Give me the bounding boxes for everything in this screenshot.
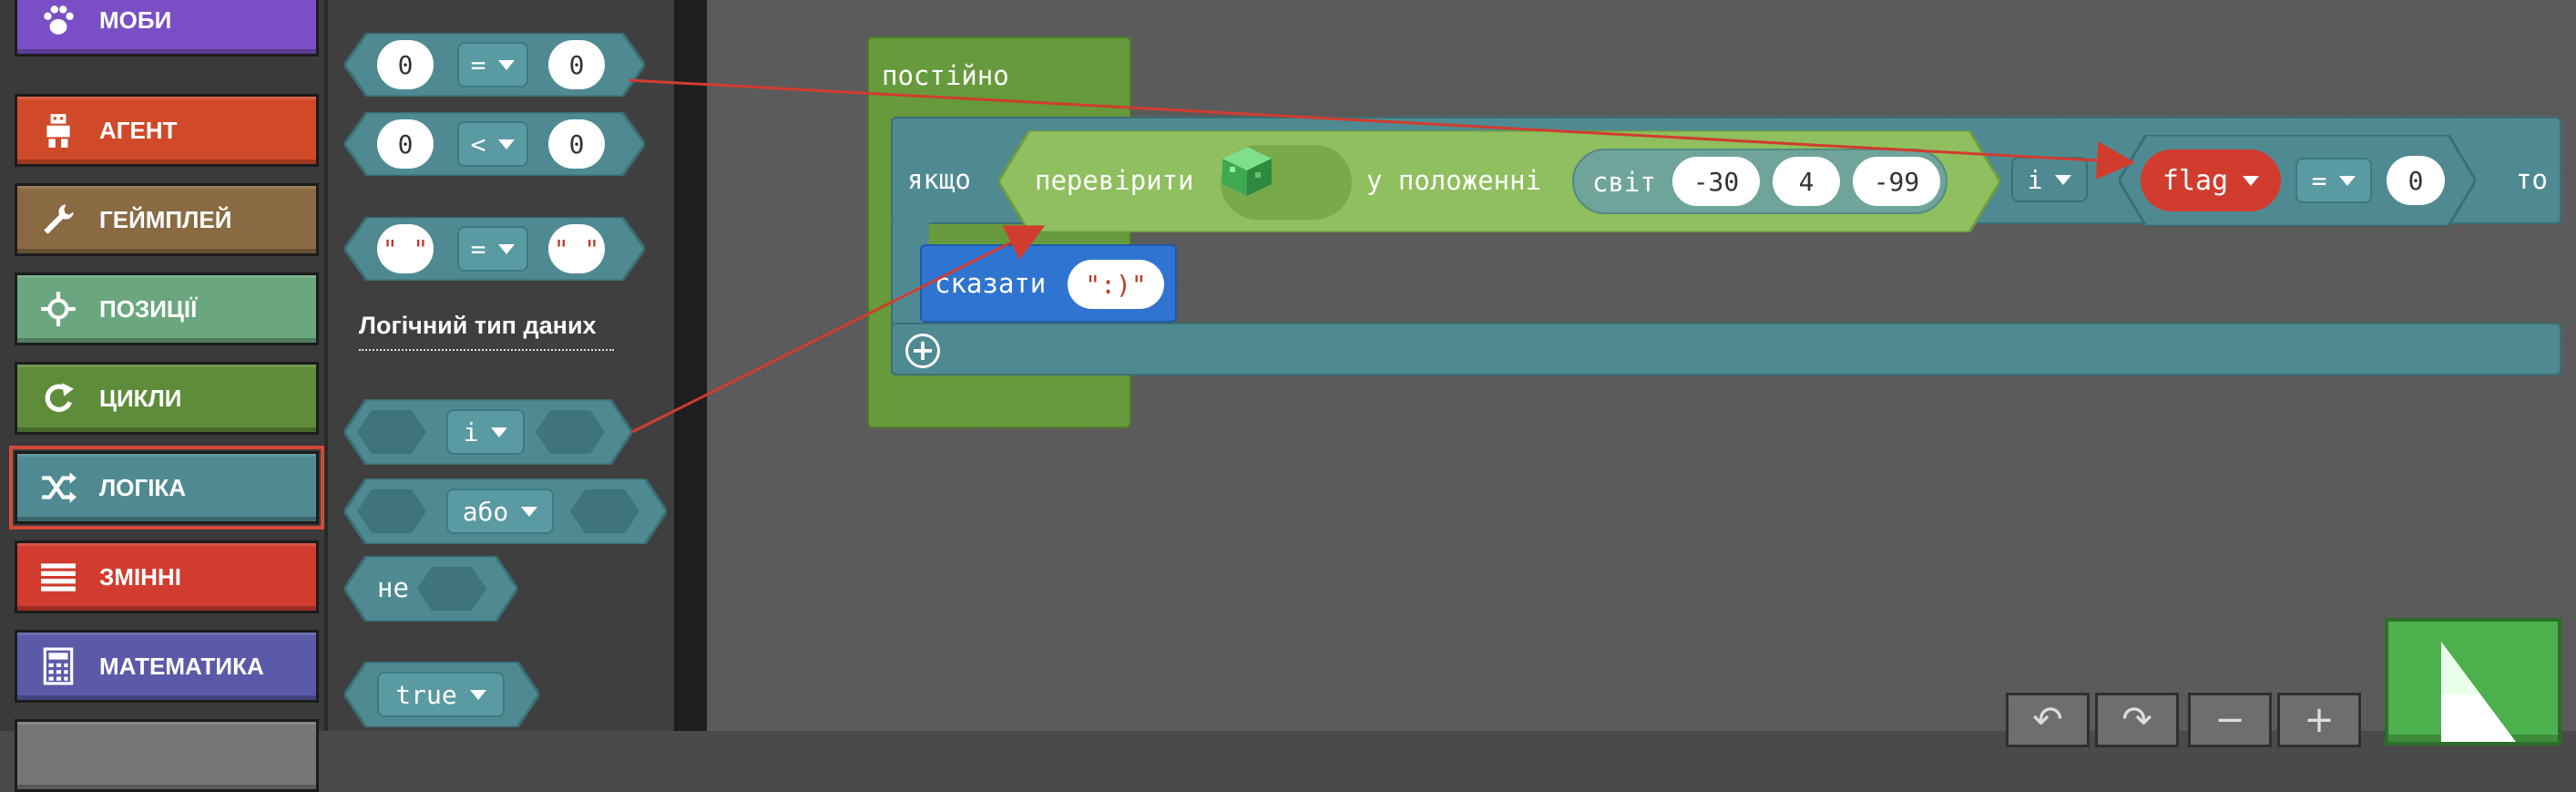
- undo-button[interactable]: ↶: [2006, 693, 2090, 747]
- zoom-out-button[interactable]: −: [2188, 693, 2272, 747]
- zoom-in-button[interactable]: +: [2277, 693, 2361, 747]
- minus-icon: −: [2214, 699, 2245, 741]
- arrow-to-and-condition: [631, 225, 1046, 434]
- redo-icon: ↷: [2121, 699, 2152, 741]
- play-icon: [2441, 642, 2516, 742]
- plus-icon: +: [2304, 699, 2335, 741]
- undo-icon: ↶: [2032, 699, 2063, 741]
- redo-button[interactable]: ↷: [2095, 693, 2179, 747]
- run-button[interactable]: [2385, 618, 2561, 746]
- annotation-arrows: [628, 78, 2135, 434]
- arrow-to-flag-compare: [628, 78, 2135, 180]
